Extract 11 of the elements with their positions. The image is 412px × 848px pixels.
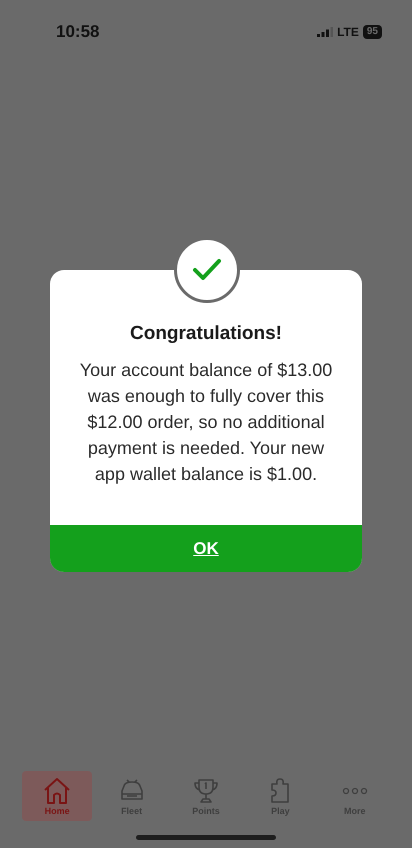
battery-icon: 95 [362,25,382,39]
network-label: LTE [337,25,359,39]
tab-label: Home [44,806,70,816]
signal-icon [317,27,334,37]
tab-item[interactable]: Home [22,771,92,821]
status-time: 10:58 [56,22,100,42]
ok-button[interactable]: OK [50,525,362,572]
dialog-title: Congratulations! [130,323,282,345]
dialog-message: Your account balance of $13.00 was enough to fully cover this $12.00 order, so no additional payment is needed. Your new app wallet balance is $1.00. [78,359,334,486]
house-icon [42,776,72,806]
dots-icon [342,787,368,795]
